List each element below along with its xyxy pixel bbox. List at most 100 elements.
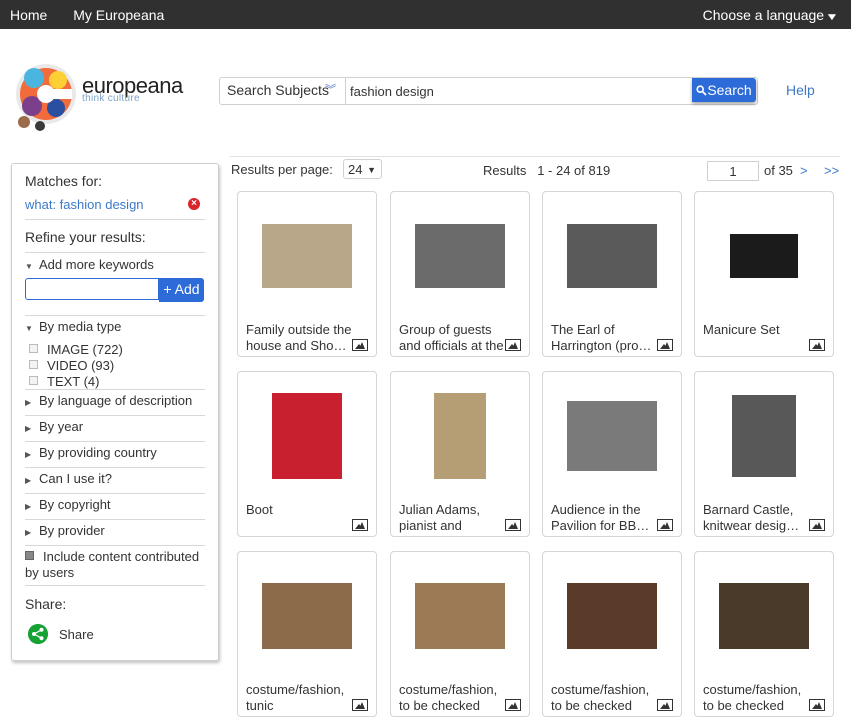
page-total: of 35 (764, 163, 793, 178)
result-card[interactable]: costume/fashion, tunic (237, 551, 377, 717)
image-type-icon (505, 699, 521, 711)
help-link[interactable]: Help (786, 82, 815, 98)
result-title[interactable]: costume/fashion, to be checked (703, 682, 813, 714)
result-thumbnail[interactable] (415, 583, 505, 649)
result-card[interactable]: Audience in the Pavilion for BB… (542, 371, 682, 537)
facet-media-type[interactable]: ▼ By media type (25, 319, 205, 334)
result-card[interactable]: Boot (237, 371, 377, 537)
result-title[interactable]: Julian Adams, pianist and performer, … (399, 502, 509, 534)
result-thumbnail[interactable] (434, 393, 486, 479)
facet-year[interactable]: ▶ By year (25, 419, 205, 434)
top-nav-links: Home My Europeana (10, 7, 186, 23)
facet-label: Can I use it? (39, 471, 112, 486)
last-page-link[interactable]: >> (824, 163, 839, 178)
media-option-text[interactable]: TEXT (4) (29, 374, 100, 389)
result-title[interactable]: costume/fashion, tunic (246, 682, 356, 714)
search-icon (696, 85, 707, 96)
result-card[interactable]: Manicure Set (694, 191, 834, 357)
next-page-link[interactable]: > (800, 163, 808, 178)
image-type-icon (657, 699, 673, 711)
divider (230, 156, 840, 157)
result-thumbnail[interactable] (719, 583, 809, 649)
remove-filter-icon[interactable]: × (188, 198, 200, 210)
share-icon[interactable] (28, 624, 48, 644)
result-thumbnail[interactable] (262, 224, 352, 288)
facet-provider[interactable]: ▶ By provider (25, 523, 205, 538)
image-type-icon (352, 699, 368, 711)
media-option-label: VIDEO (93) (47, 358, 115, 373)
facet-copyright[interactable]: ▶ By copyright (25, 497, 205, 512)
triangle-right-icon: ▶ (25, 476, 32, 485)
image-type-icon (505, 339, 521, 351)
result-title[interactable]: The Earl of Harrington (pro… (551, 322, 661, 354)
result-card[interactable]: The Earl of Harrington (pro… (542, 191, 682, 357)
checkbox-checked[interactable] (25, 551, 34, 560)
triangle-right-icon: ▶ (25, 502, 32, 511)
result-thumbnail[interactable] (262, 583, 352, 649)
media-option-video[interactable]: VIDEO (93) (29, 358, 114, 373)
checkbox[interactable] (29, 360, 38, 369)
divider (25, 493, 205, 494)
share-label[interactable]: Share (59, 627, 94, 642)
divider (25, 441, 205, 442)
result-thumbnail[interactable] (567, 401, 657, 471)
results-per-page-value: 24 (348, 162, 363, 177)
divider (25, 585, 205, 586)
search-button-label: Search (707, 82, 752, 98)
search-input[interactable] (350, 79, 690, 103)
result-card[interactable]: costume/fashion, to be checked (694, 551, 834, 717)
result-card[interactable]: costume/fashion, to be checked (542, 551, 682, 717)
result-thumbnail[interactable] (272, 393, 342, 479)
result-title[interactable]: costume/fashion, to be checked (551, 682, 661, 714)
result-thumbnail[interactable] (730, 234, 798, 278)
image-type-icon (657, 519, 673, 531)
search-button[interactable]: Search (692, 78, 756, 102)
result-title[interactable]: costume/fashion, to be checked (399, 682, 509, 714)
facet-label: By copyright (39, 497, 111, 512)
results-per-page-select[interactable]: 24 ▼ (343, 159, 382, 179)
search-type-dropdown[interactable]: Search Subjects ︾ (220, 78, 346, 104)
add-keyword-button[interactable]: + Add (159, 278, 204, 302)
include-ugc-option[interactable]: Include content contributed by users (25, 549, 205, 581)
media-option-image[interactable]: IMAGE (722) (29, 342, 123, 357)
checkbox[interactable] (29, 344, 38, 353)
matches-for-heading: Matches for: (25, 173, 103, 189)
facet-can-use[interactable]: ▶ Can I use it? (25, 471, 205, 486)
result-card[interactable]: costume/fashion, to be checked (390, 551, 530, 717)
refine-sidebar: Matches for: what: fashion design × Refi… (11, 163, 219, 661)
result-thumbnail[interactable] (567, 583, 657, 649)
result-thumbnail[interactable] (415, 224, 505, 288)
result-title[interactable]: Barnard Castle, knitwear desig… (703, 502, 813, 534)
result-title[interactable]: Family outside the house and Sho… (246, 322, 356, 354)
result-card[interactable]: Family outside the house and Sho… (237, 191, 377, 357)
result-title[interactable]: Group of guests and officials at the … (399, 322, 509, 354)
result-card[interactable]: Julian Adams, pianist and performer, … (390, 371, 530, 537)
result-thumbnail[interactable] (732, 395, 796, 477)
divider (25, 415, 205, 416)
divider (25, 252, 205, 253)
facet-label: By media type (39, 319, 122, 334)
triangle-right-icon: ▶ (25, 528, 32, 537)
result-title[interactable]: Boot (246, 502, 356, 534)
home-link[interactable]: Home (10, 7, 47, 23)
result-thumbnail[interactable] (567, 224, 657, 288)
double-chevron-down-icon: ︾ (325, 84, 336, 96)
my-europeana-link[interactable]: My Europeana (73, 7, 164, 23)
divider (25, 467, 205, 468)
facet-language[interactable]: ▶ By language of description (25, 393, 205, 408)
result-title[interactable]: Audience in the Pavilion for BB… (551, 502, 661, 534)
facet-label: Add more keywords (39, 257, 154, 272)
result-card[interactable]: Barnard Castle, knitwear desig… (694, 371, 834, 537)
chevron-down-icon: ▼ (825, 12, 839, 23)
facet-country[interactable]: ▶ By providing country (25, 445, 205, 460)
current-query-filter[interactable]: what: fashion design (25, 197, 144, 212)
choose-language-dropdown[interactable]: Choose a language▼ (703, 7, 839, 23)
page-number-input[interactable]: 1 (707, 161, 759, 181)
results-per-page-label: Results per page: (231, 162, 333, 177)
result-card[interactable]: Group of guests and officials at the … (390, 191, 530, 357)
image-type-icon (352, 519, 368, 531)
keyword-input[interactable] (25, 278, 159, 300)
facet-add-keywords[interactable]: ▼ Add more keywords (25, 257, 205, 272)
result-title[interactable]: Manicure Set (703, 322, 813, 354)
checkbox[interactable] (29, 376, 38, 385)
